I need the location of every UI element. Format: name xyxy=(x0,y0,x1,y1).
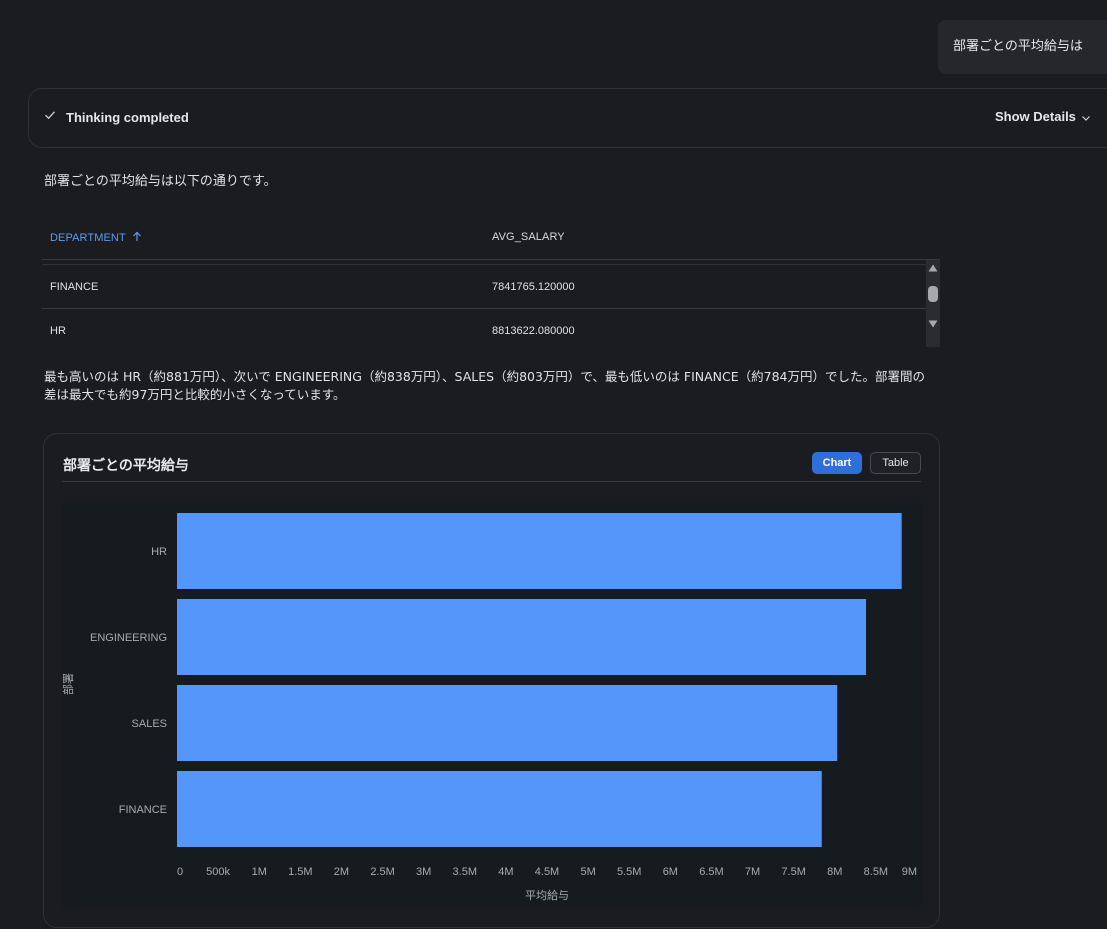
x-tick-label: 1M xyxy=(252,866,267,878)
y-tick-label: HR xyxy=(151,546,167,558)
table-cell: HR xyxy=(50,325,66,337)
x-tick-label: 8M xyxy=(827,866,842,878)
bar xyxy=(177,685,838,761)
chevron-down-icon xyxy=(1081,115,1090,121)
chart-card: 部署ごとの平均給与 Chart Table HR ENGINEERING SALES… xyxy=(43,433,940,928)
y-axis-label: 部署 xyxy=(62,673,75,695)
scroll-down-icon[interactable] xyxy=(928,320,938,328)
x-tick-label: 2M xyxy=(334,866,349,878)
chart-view-button[interactable]: Chart xyxy=(812,452,862,474)
show-details-label: Show Details xyxy=(995,109,1076,124)
x-tick-label: 0 xyxy=(177,866,183,878)
column-header-department[interactable]: DEPARTMENT xyxy=(50,231,142,244)
results-table: DEPARTMENT AVG_SALARY FINANCE 7841765.12… xyxy=(42,216,940,347)
column-header-avg-salary[interactable]: AVG_SALARY xyxy=(492,231,565,243)
scrollbar-thumb[interactable] xyxy=(928,286,938,302)
x-axis-label: 平均給与 xyxy=(525,888,569,902)
table-body: FINANCE 7841765.120000 HR 8813622.080000 xyxy=(42,264,926,348)
table-row: HR 8813622.080000 xyxy=(42,309,926,352)
summary-text: 最も高いのは HR（約881万円）、次いで ENGINEERING（約838万円… xyxy=(44,369,926,402)
show-details-button[interactable]: Show Details xyxy=(995,109,1091,124)
table-scrollbar[interactable] xyxy=(926,260,940,347)
x-tick-label: 6M xyxy=(663,866,678,878)
column-header-label: DEPARTMENT xyxy=(50,232,126,244)
y-tick-label: SALES xyxy=(132,718,167,730)
x-tick-label: 7.5M xyxy=(781,866,805,878)
x-tick-label: 2.5M xyxy=(370,866,394,878)
table-cell: 7841765.120000 xyxy=(492,281,575,293)
x-tick-label: 6.5M xyxy=(699,866,723,878)
x-tick-label: 5.5M xyxy=(617,866,641,878)
chat-page: 部署ごとの平均給与は Thinking completed Show Detai… xyxy=(0,0,1107,929)
table-cell: FINANCE xyxy=(50,281,99,293)
table-cell: 8813622.080000 xyxy=(492,325,575,337)
table-header: DEPARTMENT AVG_SALARY xyxy=(42,216,940,260)
y-tick-label: ENGINEERING xyxy=(90,632,167,644)
bar xyxy=(177,513,902,589)
x-tick-label: 5M xyxy=(580,866,595,878)
x-tick-label: 9M xyxy=(902,866,917,878)
bar xyxy=(177,771,822,847)
x-tick-label: 3M xyxy=(416,866,431,878)
bar-chart: HR ENGINEERING SALES FINANCE 0 500k 1M 1.5M 2M 2.… xyxy=(62,503,921,908)
check-icon xyxy=(45,111,55,120)
x-tick-label: 1.5M xyxy=(288,866,312,878)
user-message-text: 部署ごとの平均給与は xyxy=(953,39,1083,54)
x-tick-label: 4M xyxy=(498,866,513,878)
x-tick-label: 500k xyxy=(206,866,230,878)
y-tick-label: FINANCE xyxy=(119,804,167,816)
table-row: FINANCE 7841765.120000 xyxy=(42,265,926,309)
user-message-bubble: 部署ごとの平均給与は xyxy=(938,20,1107,74)
column-header-label: AVG_SALARY xyxy=(492,231,565,243)
intro-text: 部署ごとの平均給与は以下の通りです。 xyxy=(44,174,277,189)
x-tick-label: 4.5M xyxy=(535,866,559,878)
sort-ascending-icon xyxy=(132,231,141,241)
x-tick-label: 8.5M xyxy=(864,866,888,878)
thinking-status: Thinking completed xyxy=(66,110,189,125)
bar-chart-svg: HR ENGINEERING SALES FINANCE 0 500k 1M 1.5M 2M 2.… xyxy=(62,503,921,908)
x-tick-label: 3.5M xyxy=(453,866,477,878)
table-view-button[interactable]: Table xyxy=(870,452,921,474)
scroll-up-icon[interactable] xyxy=(928,264,938,272)
bar xyxy=(177,599,867,675)
thinking-panel: Thinking completed Show Details xyxy=(28,88,1107,148)
divider xyxy=(62,481,921,482)
chart-title: 部署ごとの平均給与 xyxy=(63,458,189,474)
x-tick-label: 7M xyxy=(745,866,760,878)
